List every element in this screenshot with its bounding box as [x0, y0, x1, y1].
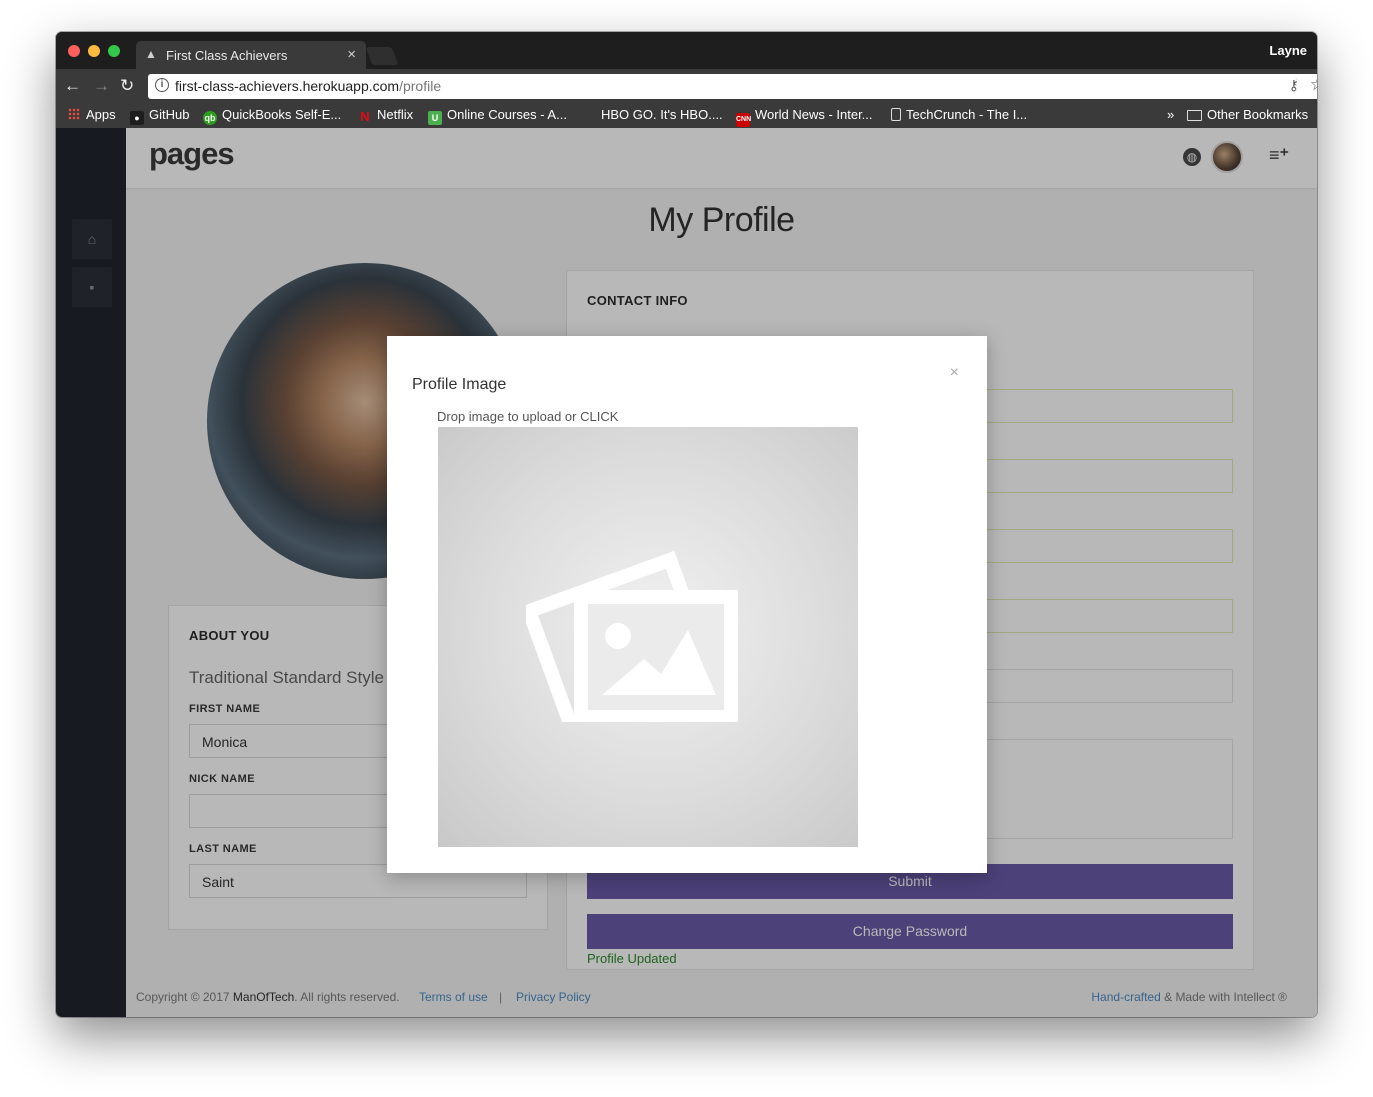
bookmarks-bar: Apps ● GitHub qb QuickBooks Self-E... N Net… [56, 103, 1317, 128]
bookmark-quickbooks[interactable]: qb QuickBooks Self-E... [203, 107, 341, 125]
hbo-icon [582, 107, 596, 121]
zoom-window-button[interactable] [108, 45, 120, 57]
bookmark-github[interactable]: ● GitHub [130, 107, 189, 125]
bookmarks-overflow-button[interactable]: » [1167, 107, 1174, 122]
bookmark-hbo[interactable]: HBO GO. It's HBO.... [582, 107, 723, 122]
drop-hint: Drop image to upload or CLICK [437, 409, 619, 424]
tab-close-icon[interactable]: × [347, 46, 356, 63]
new-tab-button[interactable] [365, 47, 399, 65]
browser-profile-name[interactable]: Layne [1269, 43, 1307, 58]
browser-window: ▲ First Class Achievers × Layne ← → ↻ i … [56, 32, 1317, 1017]
image-placeholder-icon [526, 550, 738, 722]
profile-image-modal: Profile Image × Drop image to upload or … [387, 336, 987, 873]
other-bookmarks-folder[interactable]: Other Bookmarks [1187, 107, 1308, 122]
netflix-icon: N [358, 110, 372, 124]
close-window-button[interactable] [68, 45, 80, 57]
modal-title: Profile Image [412, 376, 507, 393]
quickbooks-icon: qb [203, 111, 217, 125]
site-favicon-icon: ▲ [145, 47, 157, 61]
browser-tab[interactable]: ▲ First Class Achievers × [136, 41, 366, 69]
back-arrow-icon[interactable]: ← [64, 76, 81, 96]
udemy-icon: U [428, 111, 442, 125]
address-url: first-class-achievers.herokuapp.com/prof… [175, 78, 442, 94]
browser-toolbar: ← → ↻ i first-class-achievers.herokuapp.… [56, 69, 1317, 103]
bookmark-netflix[interactable]: N Netflix [358, 107, 413, 124]
tab-title: First Class Achievers [166, 48, 288, 63]
bookmark-online-courses[interactable]: U Online Courses - A... [428, 107, 567, 125]
bookmark-world-news[interactable]: CNN World News - Inter... [736, 107, 873, 127]
site-info-icon[interactable]: i [155, 78, 169, 92]
document-icon [891, 108, 901, 121]
bookmark-star-icon[interactable]: ☆ [1310, 75, 1317, 95]
browser-menu-icon[interactable]: ⋮ [1288, 75, 1305, 95]
image-dropzone[interactable] [438, 427, 858, 847]
close-icon[interactable]: × [950, 364, 959, 382]
bookmark-techcrunch[interactable]: TechCrunch - The I... [891, 107, 1027, 122]
tab-strip: ▲ First Class Achievers × Layne [56, 32, 1317, 69]
folder-icon [1187, 110, 1202, 121]
reload-icon[interactable]: ↻ [120, 76, 134, 96]
address-bar[interactable]: i first-class-achievers.herokuapp.com/pr… [148, 74, 1317, 99]
web-page: ⌂ ▪ pages ◍ ≡⁺ My Profile ABOUT YOU Trad… [56, 128, 1317, 1017]
apps-grid-icon [68, 108, 80, 120]
forward-arrow-icon[interactable]: → [93, 76, 110, 96]
github-icon: ● [130, 111, 144, 125]
minimize-window-button[interactable] [88, 45, 100, 57]
bookmark-apps[interactable]: Apps [68, 107, 116, 122]
cnn-icon: CNN [736, 113, 751, 127]
